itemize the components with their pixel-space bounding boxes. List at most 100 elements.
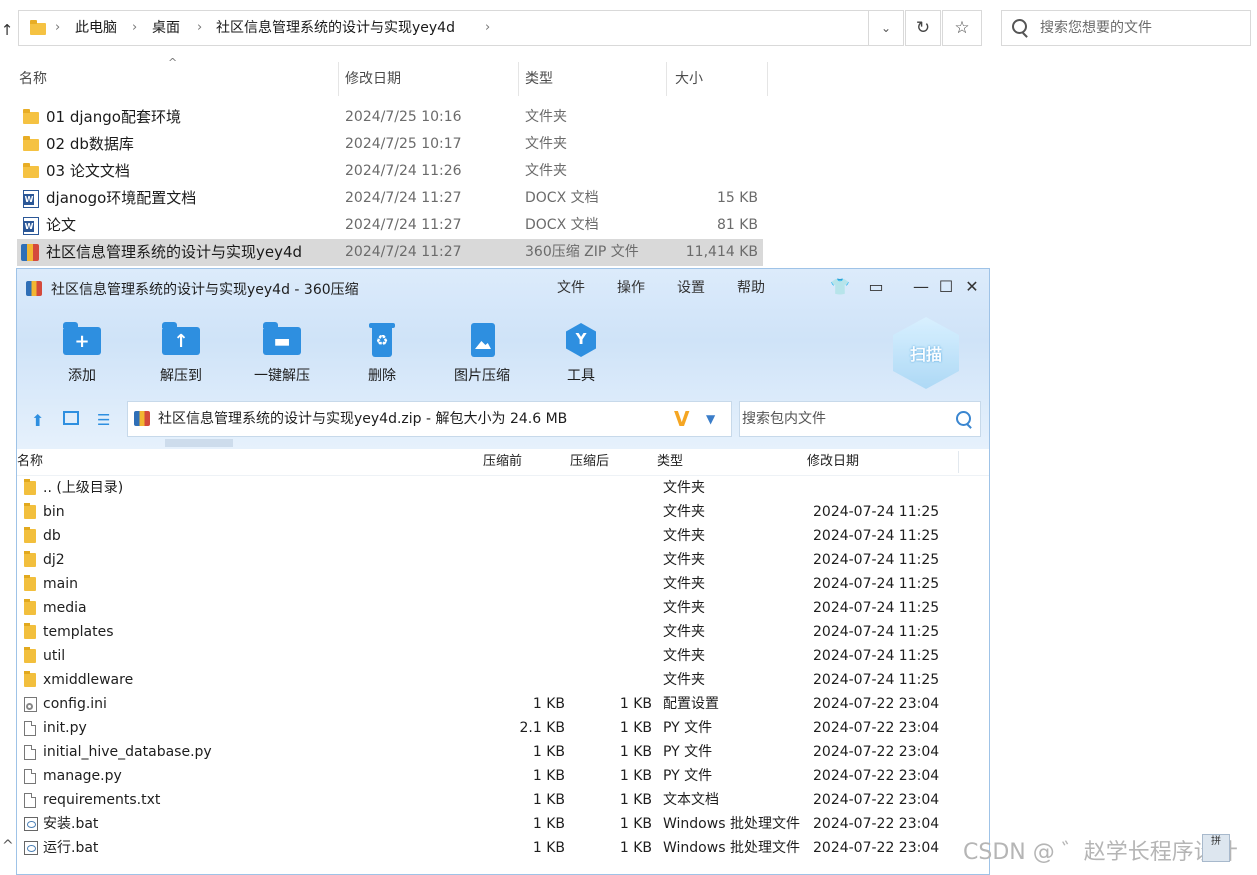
- breadcrumb-current-folder[interactable]: 社区信息管理系统的设计与实现yey4d: [216, 11, 455, 45]
- one-click-extract-button[interactable]: ▬ 一键解压: [237, 317, 327, 389]
- column-header-date[interactable]: 修改日期: [807, 449, 860, 475]
- archive-row[interactable]: xmiddleware 文件夹 2024-07-24 11:25: [17, 668, 989, 692]
- thumbnail-view-icon[interactable]: [63, 411, 79, 425]
- explorer-search-input[interactable]: 搜索您想要的文件: [1001, 10, 1251, 46]
- refresh-button[interactable]: ↻: [905, 10, 941, 46]
- chevron-right-icon: ›: [132, 20, 138, 35]
- explorer-address-bar: ↑ › 此电脑 › 桌面 › 社区信息管理系统的设计与实现yey4d › ⌄ ↻…: [0, 0, 1257, 60]
- minimize-button[interactable]: —: [910, 275, 932, 299]
- entry-original-size: 1 KB: [532, 840, 565, 856]
- archive-row[interactable]: db 文件夹 2024-07-24 11:25: [17, 524, 989, 548]
- folder-icon: [24, 527, 36, 543]
- message-icon[interactable]: ▭: [865, 275, 887, 299]
- entry-name: init.py: [43, 720, 87, 736]
- entry-name: initial_hive_database.py: [43, 744, 212, 760]
- archive-row[interactable]: main 文件夹 2024-07-24 11:25: [17, 572, 989, 596]
- archive-row[interactable]: util 文件夹 2024-07-24 11:25: [17, 644, 989, 668]
- archive-row[interactable]: 运行.bat 1 KB 1 KB Windows 批处理文件 2024-07-2…: [17, 836, 989, 860]
- file-row[interactable]: 02 db数据库 2024/7/25 10:17 文件夹: [17, 131, 763, 158]
- horizontal-scroll-thumb[interactable]: [165, 439, 233, 447]
- delete-button[interactable]: ♻ 删除: [337, 317, 427, 389]
- entry-date: 2024-07-22 23:04: [813, 720, 940, 736]
- menu-settings[interactable]: 设置: [677, 277, 705, 299]
- archive-row[interactable]: bin 文件夹 2024-07-24 11:25: [17, 500, 989, 524]
- file-row[interactable]: djanogo环境配置文档 2024/7/24 11:27 DOCX 文档 15…: [17, 185, 763, 212]
- close-button[interactable]: ✕: [961, 275, 983, 299]
- column-header-compressed-size[interactable]: 压缩后: [570, 449, 610, 475]
- column-header-date[interactable]: 修改日期: [345, 64, 401, 94]
- column-header-original-size[interactable]: 压缩前: [483, 449, 523, 475]
- file-date: 2024/7/24 11:26: [345, 163, 462, 179]
- column-header-name[interactable]: 名称: [17, 449, 44, 475]
- file-row[interactable]: 01 django配套环境 2024/7/25 10:16 文件夹: [17, 104, 763, 131]
- entry-original-size: 1 KB: [532, 696, 565, 712]
- entry-compressed-size: 1 KB: [619, 744, 652, 760]
- archive-row[interactable]: media 文件夹 2024-07-24 11:25: [17, 596, 989, 620]
- column-divider[interactable]: [958, 451, 959, 473]
- breadcrumb-desktop[interactable]: 桌面: [152, 11, 180, 45]
- column-header-name[interactable]: 名称: [19, 64, 47, 94]
- menu-file[interactable]: 文件: [557, 277, 585, 299]
- file-row-selected[interactable]: 社区信息管理系统的设计与实现yey4d 2024/7/24 11:27 360压…: [17, 239, 763, 266]
- column-header-type[interactable]: 类型: [657, 449, 684, 475]
- column-divider[interactable]: [767, 62, 768, 96]
- entry-date: 2024-07-22 23:04: [813, 696, 940, 712]
- chevron-down-icon[interactable]: ▼: [706, 402, 715, 436]
- zip-window-header: 社区信息管理系统的设计与实现yey4d - 360压缩 文件 操作 设置 帮助 …: [17, 269, 989, 449]
- archive-row[interactable]: initial_hive_database.py 1 KB 1 KB PY 文件…: [17, 740, 989, 764]
- breadcrumb-this-pc[interactable]: 此电脑: [75, 11, 117, 45]
- extract-to-icon: ↑: [162, 322, 200, 355]
- menu-operation[interactable]: 操作: [617, 277, 645, 299]
- entry-date: 2024-07-24 11:25: [813, 552, 940, 568]
- batch-file-icon: [24, 817, 38, 831]
- entry-type: 文件夹: [663, 624, 705, 640]
- archive-path-box[interactable]: 社区信息管理系统的设计与实现yey4d.zip - 解包大小为 24.6 MB …: [127, 401, 732, 437]
- address-box[interactable]: › 此电脑 › 桌面 › 社区信息管理系统的设计与实现yey4d ›: [18, 10, 902, 46]
- archive-row[interactable]: init.py 2.1 KB 1 KB PY 文件 2024-07-22 23:…: [17, 716, 989, 740]
- settings-file-icon: [24, 697, 37, 712]
- archive-row[interactable]: config.ini 1 KB 1 KB 配置设置 2024-07-22 23:…: [17, 692, 989, 716]
- archive-row[interactable]: .. (上级目录) 文件夹: [17, 476, 989, 500]
- archive-search-input[interactable]: 搜索包内文件: [739, 401, 981, 437]
- word-doc-icon: [23, 190, 39, 208]
- ime-indicator[interactable]: 拼: [1202, 834, 1230, 862]
- list-view-icon[interactable]: ☰: [97, 411, 110, 429]
- archive-row[interactable]: templates 文件夹 2024-07-24 11:25: [17, 620, 989, 644]
- menu-help[interactable]: 帮助: [737, 277, 765, 299]
- chevron-right-icon[interactable]: ›: [485, 11, 490, 45]
- tools-button[interactable]: Y 工具: [536, 317, 626, 389]
- scan-button[interactable]: 扫描: [893, 317, 959, 389]
- file-row[interactable]: 03 论文文档 2024/7/24 11:26 文件夹: [17, 158, 763, 185]
- column-divider[interactable]: [666, 62, 667, 96]
- vip-v-icon[interactable]: V: [674, 402, 689, 436]
- toolbar-label: 解压到: [160, 368, 202, 384]
- entry-compressed-size: 1 KB: [619, 792, 652, 808]
- up-arrow-icon[interactable]: ↑: [0, 18, 14, 42]
- column-header-size[interactable]: 大小: [675, 64, 703, 94]
- archive-row[interactable]: dj2 文件夹 2024-07-24 11:25: [17, 548, 989, 572]
- entry-date: 2024-07-22 23:04: [813, 768, 940, 784]
- column-divider[interactable]: [338, 62, 339, 96]
- entry-name: 运行.bat: [43, 840, 99, 856]
- file-row[interactable]: 论文 2024/7/24 11:27 DOCX 文档 81 KB: [17, 212, 763, 239]
- favorite-star-button[interactable]: ☆: [942, 10, 982, 46]
- maximize-button[interactable]: ☐: [935, 275, 957, 299]
- skin-shirt-icon[interactable]: 👕: [829, 275, 851, 299]
- entry-original-size: 1 KB: [532, 744, 565, 760]
- image-compress-button[interactable]: 图片压缩: [437, 317, 527, 389]
- extract-to-button[interactable]: ↑ 解压到: [136, 317, 226, 389]
- batch-file-icon: [24, 841, 38, 855]
- address-dropdown-button[interactable]: ⌄: [868, 10, 904, 46]
- archive-row[interactable]: manage.py 1 KB 1 KB PY 文件 2024-07-22 23:…: [17, 764, 989, 788]
- archive-row[interactable]: 安装.bat 1 KB 1 KB Windows 批处理文件 2024-07-2…: [17, 812, 989, 836]
- up-arrow-icon[interactable]: ⬆: [31, 411, 44, 430]
- file-size: 11,414 KB: [685, 244, 758, 260]
- column-header-type[interactable]: 类型: [525, 64, 553, 94]
- entry-date: 2024-07-24 11:25: [813, 504, 940, 520]
- add-button[interactable]: + 添加: [37, 317, 127, 389]
- column-divider[interactable]: [518, 62, 519, 96]
- folder-icon: [24, 503, 36, 519]
- zip-window: 社区信息管理系统的设计与实现yey4d - 360压缩 文件 操作 设置 帮助 …: [16, 268, 990, 875]
- search-placeholder: 搜索您想要的文件: [1040, 20, 1152, 36]
- archive-row[interactable]: requirements.txt 1 KB 1 KB 文本文档 2024-07-…: [17, 788, 989, 812]
